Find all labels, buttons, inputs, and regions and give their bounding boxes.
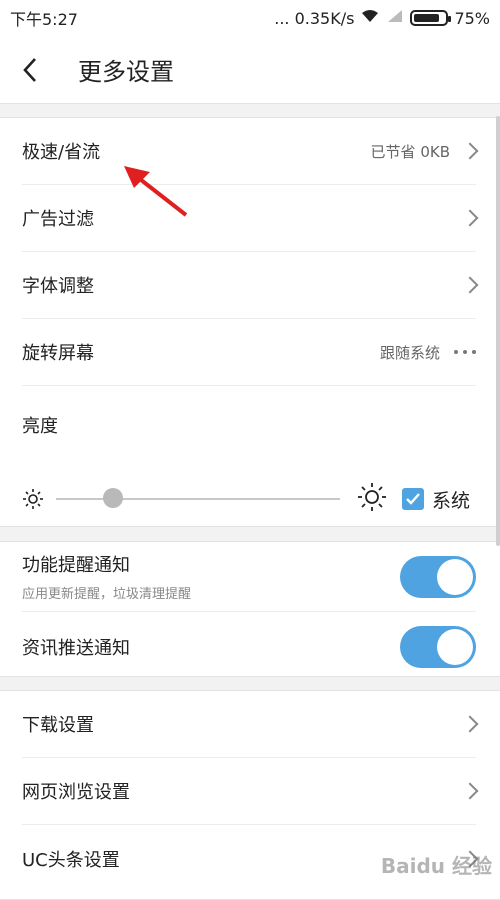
scrollbar[interactable] [496,116,500,546]
network-speed: ... 0.35K/s [274,8,355,28]
system-checkbox-label: 系统 [432,490,471,512]
check-icon [406,493,420,505]
chevron-right-icon [461,209,479,227]
setting-label: 网页浏览设置 [22,782,130,803]
chevron-right-icon [461,715,479,733]
settings-group-general: 极速/省流 已节省 0KB 广告过滤 字体调整 旋转屏幕 跟随系统 亮度 系统 [0,117,500,527]
setting-label: 资讯推送通知 [22,638,130,659]
watermark: Baidu 经验 [380,854,492,878]
title-bar: 更多设置 [0,36,500,104]
sun-large-icon [358,483,386,511]
chevron-left-icon [23,57,36,82]
system-brightness-checkbox[interactable] [402,488,424,510]
setting-value: 跟随系统 [379,343,440,362]
brightness-label: 亮度 [22,416,58,437]
back-button[interactable] [0,36,60,104]
status-bar: 下午5:27 ... 0.35K/s 75% [0,0,500,36]
setting-download[interactable]: 下载设置 [22,691,479,758]
setting-feature-reminder: 功能提醒通知 应用更新提醒，垃圾清理提醒 [22,542,476,612]
annotation-arrow-icon [124,166,188,217]
sun-small-icon [23,489,43,509]
more-dots-icon[interactable] [454,350,476,354]
chevron-right-icon [461,142,479,160]
status-time: 下午5:27 [10,10,78,29]
setting-label: 下载设置 [22,715,94,736]
setting-news-push: 资讯推送通知 [22,612,476,682]
news-push-toggle[interactable] [400,626,476,668]
setting-web-browsing[interactable]: 网页浏览设置 [22,758,479,825]
brightness-thumb[interactable] [102,488,123,508]
wifi-icon [360,8,380,28]
setting-ad-filter[interactable]: 广告过滤 [22,185,479,252]
chevron-right-icon [461,782,479,800]
setting-label: UC头条设置 [22,849,120,871]
setting-font-size[interactable]: 字体调整 [22,252,479,319]
page-title: 更多设置 [78,58,174,86]
setting-label: 功能提醒通知 [22,555,130,576]
battery-icon [410,10,452,26]
setting-label: 旋转屏幕 [22,343,94,364]
settings-group-notifications: 功能提醒通知 应用更新提醒，垃圾清理提醒 资讯推送通知 [0,541,500,677]
status-right: ... 0.35K/s 75% [274,8,490,28]
brightness-track[interactable] [56,498,340,500]
feature-reminder-toggle[interactable] [400,555,476,598]
brightness-slider-row: 系统 [22,464,476,534]
battery-percent: 75% [454,8,490,28]
setting-rotate-screen[interactable]: 旋转屏幕 跟随系统 [22,319,476,386]
chevron-right-icon [461,276,479,294]
setting-label: 字体调整 [22,276,94,297]
setting-value: 已节省 0KB [370,142,450,161]
setting-label: 极速/省流 [22,142,101,163]
setting-sublabel: 应用更新提醒，垃圾清理提醒 [22,587,192,602]
setting-label: 广告过滤 [22,209,94,230]
signal-icon [386,8,404,28]
brightness-label-row: 亮度 [22,386,500,464]
setting-speed-saving[interactable]: 极速/省流 已节省 0KB [22,118,479,185]
